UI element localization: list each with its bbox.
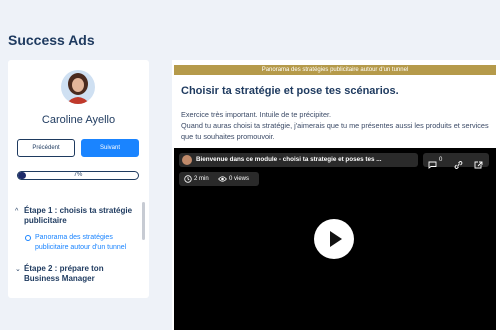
video-duration: 2 min bbox=[194, 176, 209, 182]
link-icon[interactable] bbox=[454, 156, 463, 174]
lesson-panel: Panorama des stratégies publicitaire aut… bbox=[172, 60, 500, 330]
step-label: Étape 2 : prépare ton Business Manager bbox=[24, 264, 104, 283]
progress-label: 7% bbox=[73, 172, 83, 178]
lesson-description: Exercice très important. Intuile de te p… bbox=[181, 109, 496, 142]
video-player[interactable]: Bienvenue dans ce module - choisi ta str… bbox=[174, 148, 496, 330]
chevron-down-icon: ⌄ bbox=[15, 266, 21, 273]
step-item-2[interactable]: ⌄ Étape 2 : prépare ton Business Manager bbox=[15, 264, 133, 284]
comment-count: 0 bbox=[439, 157, 443, 163]
step-label: Étape 1 : choisis ta stratégie publicita… bbox=[24, 206, 133, 225]
video-meta: 2 min 0 views bbox=[179, 172, 259, 186]
previous-button[interactable]: Précédent bbox=[17, 139, 75, 157]
description-line-2: Quand tu auras choisi ta stratégie, j'ai… bbox=[181, 121, 489, 141]
module-banner: Panorama des stratégies publicitaire aut… bbox=[174, 65, 496, 75]
video-title-bar: Bienvenue dans ce module - choisi ta str… bbox=[179, 153, 418, 167]
video-author-avatar bbox=[182, 155, 192, 165]
description-line-1: Exercice très important. Intuile de te p… bbox=[181, 110, 332, 119]
play-button[interactable] bbox=[314, 219, 354, 259]
circle-icon bbox=[25, 235, 31, 241]
next-button[interactable]: Suivant bbox=[81, 139, 139, 157]
progress-bar: 7% bbox=[17, 171, 139, 180]
substep-label: Panorama des stratégies publicitaire aut… bbox=[35, 234, 127, 251]
external-link-icon[interactable] bbox=[474, 156, 483, 174]
video-views: 0 views bbox=[229, 176, 250, 182]
lesson-sidebar: Caroline Ayello Précédent Suivant 7% ^ É… bbox=[8, 60, 149, 298]
lesson-title: Choisir ta stratégie et pose tes scénari… bbox=[181, 85, 399, 97]
step-item-1[interactable]: ^ Étape 1 : choisis ta stratégie publici… bbox=[15, 206, 133, 226]
video-actions: 0 bbox=[423, 153, 489, 169]
eye-icon bbox=[218, 175, 227, 189]
clock-icon bbox=[184, 175, 192, 189]
sidebar-scrollbar[interactable] bbox=[142, 202, 145, 240]
video-title: Bienvenue dans ce module - choisi ta str… bbox=[196, 156, 382, 163]
substep-item-panorama[interactable]: Panorama des stratégies publicitaire aut… bbox=[25, 233, 135, 253]
comment-icon[interactable] bbox=[428, 156, 437, 174]
step-list: ^ Étape 1 : choisis ta stratégie publici… bbox=[8, 200, 149, 298]
chevron-up-icon: ^ bbox=[15, 208, 19, 215]
user-name: Caroline Ayello bbox=[41, 114, 116, 126]
play-icon bbox=[330, 231, 342, 247]
avatar bbox=[61, 70, 95, 104]
page-title: Success Ads bbox=[8, 32, 95, 48]
